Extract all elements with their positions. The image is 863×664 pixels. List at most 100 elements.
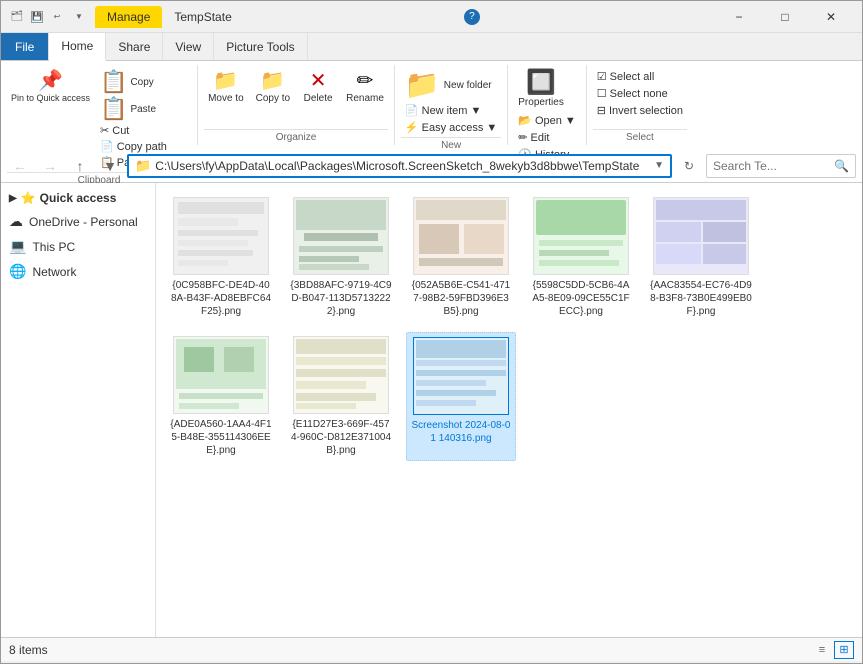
file-thumbnail (413, 337, 509, 415)
select-all-button[interactable]: ☑ Select all (593, 69, 659, 84)
tab-file[interactable]: File (1, 33, 49, 60)
manage-tab[interactable]: Manage (95, 6, 162, 28)
open-icon: 📂 (518, 114, 532, 127)
search-box[interactable]: 🔍 (706, 154, 856, 178)
address-dropdown-icon[interactable]: ▼ (654, 160, 664, 171)
new-item-button[interactable]: 📄 New item ▼ (401, 103, 485, 118)
copy-button[interactable]: 📋 Copy (96, 69, 191, 95)
maximize-button[interactable]: □ (762, 1, 808, 33)
new-item-label: New item (422, 105, 468, 117)
move-to-button[interactable]: 📁 Move to (204, 69, 248, 107)
pin-to-quick-access-button[interactable]: 📌 Pin to Quick access (7, 69, 94, 106)
quick-access-star-icon: ⭐ (21, 191, 36, 205)
refresh-button[interactable]: ↻ (676, 153, 702, 179)
recent-locations-button[interactable]: ▼ (97, 153, 123, 179)
sidebar-item-onedrive[interactable]: ☁ OneDrive - Personal (1, 209, 155, 234)
close-button[interactable]: ✕ (808, 1, 854, 33)
status-bar: 8 items ≡ ⊞ (1, 637, 862, 661)
ribbon-tabs: File Home Share View Picture Tools (1, 33, 862, 61)
file-thumbnail (653, 197, 749, 275)
edit-button[interactable]: ✏ Edit (514, 130, 553, 145)
sidebar-item-this-pc[interactable]: 💻 This PC (1, 234, 155, 259)
move-to-label: Move to (208, 93, 244, 105)
delete-button[interactable]: ✕ Delete (298, 69, 338, 107)
edit-label: Edit (530, 132, 549, 144)
file-name: {052A5B6E-C541-4717-98B2-59FBD396E3B5}.p… (410, 279, 512, 318)
title-bar: 🗂 💾 ↩ ▼ Manage TempState ? − □ ✕ (1, 1, 862, 33)
main-area: ▶ ⭐ Quick access ☁ OneDrive - Personal 💻… (1, 183, 862, 637)
select-all-label: Select all (610, 71, 655, 83)
delete-label: Delete (304, 93, 333, 105)
list-item[interactable]: {ADE0A560-1AA4-4F15-B48E-355114306EEE}.p… (166, 332, 276, 461)
chevron-right-icon: ▶ (9, 193, 17, 204)
quick-access-label: Quick access (40, 191, 117, 205)
new-folder-label: New folder (444, 80, 492, 92)
sidebar-item-network[interactable]: 🌐 Network (1, 259, 155, 284)
tab-share[interactable]: Share (106, 33, 163, 60)
copy-label: Copy (130, 77, 153, 89)
cut-button[interactable]: ✂ Cut (96, 123, 191, 138)
network-icon: 🌐 (9, 263, 26, 280)
invert-selection-button[interactable]: ⊟ Invert selection (593, 103, 687, 118)
organize-label: Organize (204, 129, 388, 143)
easy-access-dropdown-icon: ▼ (486, 122, 497, 134)
quick-access-header[interactable]: ▶ ⭐ Quick access (1, 187, 155, 209)
network-label: Network (32, 265, 76, 279)
large-icons-view-button[interactable]: ⊞ (834, 641, 854, 659)
properties-button[interactable]: 🔲 Properties (514, 69, 568, 111)
copy-path-button[interactable]: 📄 Copy path (96, 139, 191, 154)
new-folder-icon: 📁 (405, 71, 440, 99)
file-thumbnail (173, 336, 269, 414)
paste-icon: 📋 (100, 98, 127, 120)
address-bar[interactable]: 📁 C:\Users\fy\AppData\Local\Packages\Mic… (127, 154, 672, 178)
rename-icon: ✏ (357, 71, 374, 91)
file-thumbnail (413, 197, 509, 275)
dropdown-arrow-icon[interactable]: ▼ (71, 9, 87, 25)
tab-picture-tools[interactable]: Picture Tools (214, 33, 307, 60)
file-thumbnail (293, 336, 389, 414)
easy-access-label: Easy access (422, 122, 484, 134)
search-input[interactable] (713, 159, 834, 173)
minimize-button[interactable]: − (716, 1, 762, 33)
forward-button[interactable]: → (37, 153, 63, 179)
new-item-dropdown-icon: ▼ (470, 105, 481, 117)
pin-label: Pin to Quick access (11, 93, 90, 104)
open-button[interactable]: 📂 Open ▼ (514, 113, 580, 128)
onedrive-icon: ☁ (9, 213, 23, 230)
organize-items: 📁 Move to 📁 Copy to ✕ Delete ✏ Rename (204, 67, 388, 127)
undo-icon: ↩ (49, 9, 65, 25)
tab-view[interactable]: View (163, 33, 214, 60)
invert-icon: ⊟ (597, 104, 606, 117)
tab-home[interactable]: Home (49, 33, 106, 61)
list-item[interactable]: {AAC83554-EC76-4D98-B3F8-73B0E499EB0F}.p… (646, 193, 756, 322)
new-items: 📁 New folder 📄 New item ▼ ⚡ Easy access … (401, 67, 501, 135)
this-pc-label: This PC (32, 240, 75, 254)
help-button[interactable]: ? (464, 9, 480, 25)
list-item[interactable]: Screenshot 2024-08-01 140316.png (406, 332, 516, 461)
new-folder-button[interactable]: 📁 New folder (401, 69, 496, 101)
file-thumbnail (533, 197, 629, 275)
copy-to-button[interactable]: 📁 Copy to (252, 69, 294, 107)
window-icon: 🗂 (9, 9, 25, 25)
easy-access-button[interactable]: ⚡ Easy access ▼ (401, 120, 501, 135)
list-item[interactable]: {E11D27E3-669F-4574-960C-D812E371004B}.p… (286, 332, 396, 461)
search-icon: 🔍 (834, 159, 849, 173)
scissors-icon: ✂ (100, 124, 109, 137)
back-button[interactable]: ← (7, 153, 33, 179)
copy-to-label: Copy to (256, 93, 290, 105)
select-none-button[interactable]: ☐ Select none (593, 86, 672, 101)
invert-label: Invert selection (609, 105, 683, 117)
window-title: TempState (174, 10, 231, 24)
list-item[interactable]: {5598C5DD-5CB6-4AA5-8E09-09CE55C1FECC}.p… (526, 193, 636, 322)
easy-access-icon: ⚡ (405, 121, 419, 134)
list-item[interactable]: {3BD88AFC-9719-4C9D-B047-113D57132222}.p… (286, 193, 396, 322)
copy-path-label: Copy path (117, 141, 167, 153)
list-item[interactable]: {0C958BFC-DE4D-408A-B43F-AD8EBFC64F25}.p… (166, 193, 276, 322)
rename-button[interactable]: ✏ Rename (342, 69, 388, 107)
list-item[interactable]: {052A5B6E-C541-4717-98B2-59FBD396E3B5}.p… (406, 193, 516, 322)
details-view-button[interactable]: ≡ (812, 641, 832, 659)
paste-button[interactable]: 📋 Paste (96, 96, 191, 122)
up-button[interactable]: ↑ (67, 153, 93, 179)
open-items: 🔲 Properties 📂 Open ▼ ✏ Edit 🕐 History (514, 67, 580, 162)
sidebar: ▶ ⭐ Quick access ☁ OneDrive - Personal 💻… (1, 183, 156, 637)
